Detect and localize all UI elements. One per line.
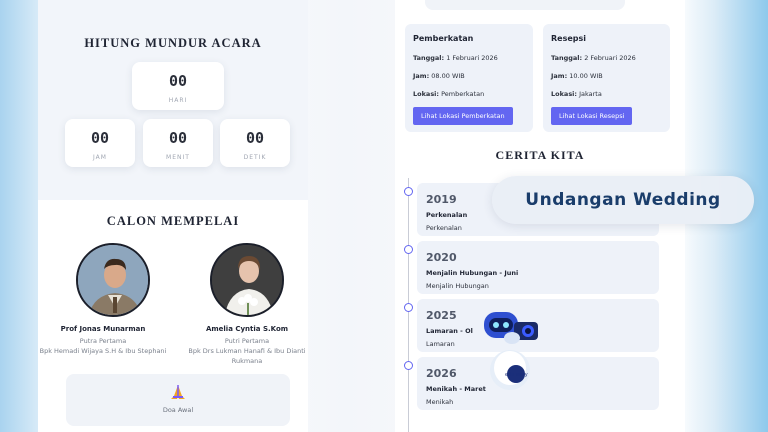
cerita-title: CERITA KITA xyxy=(495,148,585,162)
timeline-year: 2025 xyxy=(426,309,457,322)
previous-section-edge xyxy=(425,0,625,10)
mascot-text: edu easy xyxy=(505,372,528,378)
timeline-heading: Perkenalan xyxy=(426,211,468,219)
groom-parents: Bpk Hemadi Wijaya S.H & Ibu Stephani xyxy=(39,347,167,355)
countdown-minutes-value: 00 xyxy=(168,129,188,147)
timeline-desc: Lamaran xyxy=(426,340,455,348)
event-title: Resepsi xyxy=(551,34,587,43)
doa-label: Doa Awal xyxy=(162,406,194,414)
countdown-minutes-label: MENIT xyxy=(166,154,190,161)
event-time: Jam: 10.00 WIB xyxy=(551,72,603,80)
countdown-hours: 00 JAM xyxy=(65,119,135,167)
timeline-dot xyxy=(404,361,413,370)
event-card-resepsi: Resepsi Tanggal: 2 Februari 2026 Jam: 10… xyxy=(543,24,670,132)
left-panel: HITUNG MUNDUR ACARA 00 HARI 00 JAM 00 ME… xyxy=(38,0,308,432)
timeline-dot xyxy=(404,187,413,196)
event-time: Jam: 08.00 WIB xyxy=(413,72,465,80)
bride-role: Putri Pertama xyxy=(224,337,270,345)
timeline-desc: Menikah xyxy=(426,398,454,406)
view-location-button[interactable]: Lihat Lokasi Pemberkatan xyxy=(413,107,513,125)
mempelai-title: CALON MEMPELAI xyxy=(106,214,240,228)
event-card-pemberkatan: Pemberkatan Tanggal: 1 Februari 2026 Jam… xyxy=(405,24,533,132)
countdown-seconds-value: 00 xyxy=(245,129,265,147)
robot-mascot-icon: edu easy xyxy=(484,312,538,390)
bride-parents: Bpk Drs Lukman Hanafi & Ibu Dianti Rukma… xyxy=(188,347,306,365)
event-location: Lokasi: Pemberkatan xyxy=(413,90,485,98)
groom-photo-image xyxy=(78,245,148,315)
timeline-heading: Lamaran - Ol xyxy=(426,327,473,335)
countdown-seconds: 00 DETIK xyxy=(220,119,290,167)
timeline-dot xyxy=(404,245,413,254)
countdown-title: HITUNG MUNDUR ACARA xyxy=(84,36,262,50)
groom-name: Prof Jonas Munarman xyxy=(60,325,146,333)
countdown-days-label: HARI xyxy=(168,97,188,104)
timeline-desc: Menjalin Hubungan xyxy=(426,282,489,290)
countdown-seconds-label: DETIK xyxy=(243,154,267,161)
countdown-hours-label: JAM xyxy=(93,154,107,161)
countdown-days-value: 00 xyxy=(168,72,188,90)
event-date: Tanggal: 2 Februari 2026 xyxy=(551,54,636,62)
timeline-year: 2026 xyxy=(426,367,457,380)
bride-photo xyxy=(210,243,284,317)
event-title: Pemberkatan xyxy=(413,34,474,43)
event-date: Tanggal: 1 Februari 2026 xyxy=(413,54,498,62)
groom-role: Putra Pertama xyxy=(79,337,127,345)
timeline-year: 2020 xyxy=(426,251,457,264)
timeline-dot xyxy=(404,303,413,312)
timeline-year: 2019 xyxy=(426,193,457,206)
countdown-hours-value: 00 xyxy=(90,129,110,147)
groom-photo xyxy=(76,243,150,317)
timeline-desc: Perkenalan xyxy=(426,224,462,232)
bride-name: Amelia Cyntia S.Kom xyxy=(205,325,289,333)
countdown-days: 00 HARI xyxy=(132,62,224,110)
timeline-heading: Menjalin Hubungan - Juni xyxy=(426,269,519,277)
undangan-wedding-badge: Undangan Wedding xyxy=(492,176,754,224)
doa-card: Doa Awal xyxy=(66,374,290,426)
praying-hands-icon xyxy=(171,385,185,399)
bride-photo-image xyxy=(212,245,282,315)
timeline-item: 2020 Menjalin Hubungan - Juni Menjalin H… xyxy=(417,241,659,294)
view-location-button[interactable]: Lihat Lokasi Resepsi xyxy=(551,107,633,125)
event-location: Lokasi: Jakarta xyxy=(551,90,602,98)
countdown-minutes: 00 MENIT xyxy=(143,119,213,167)
